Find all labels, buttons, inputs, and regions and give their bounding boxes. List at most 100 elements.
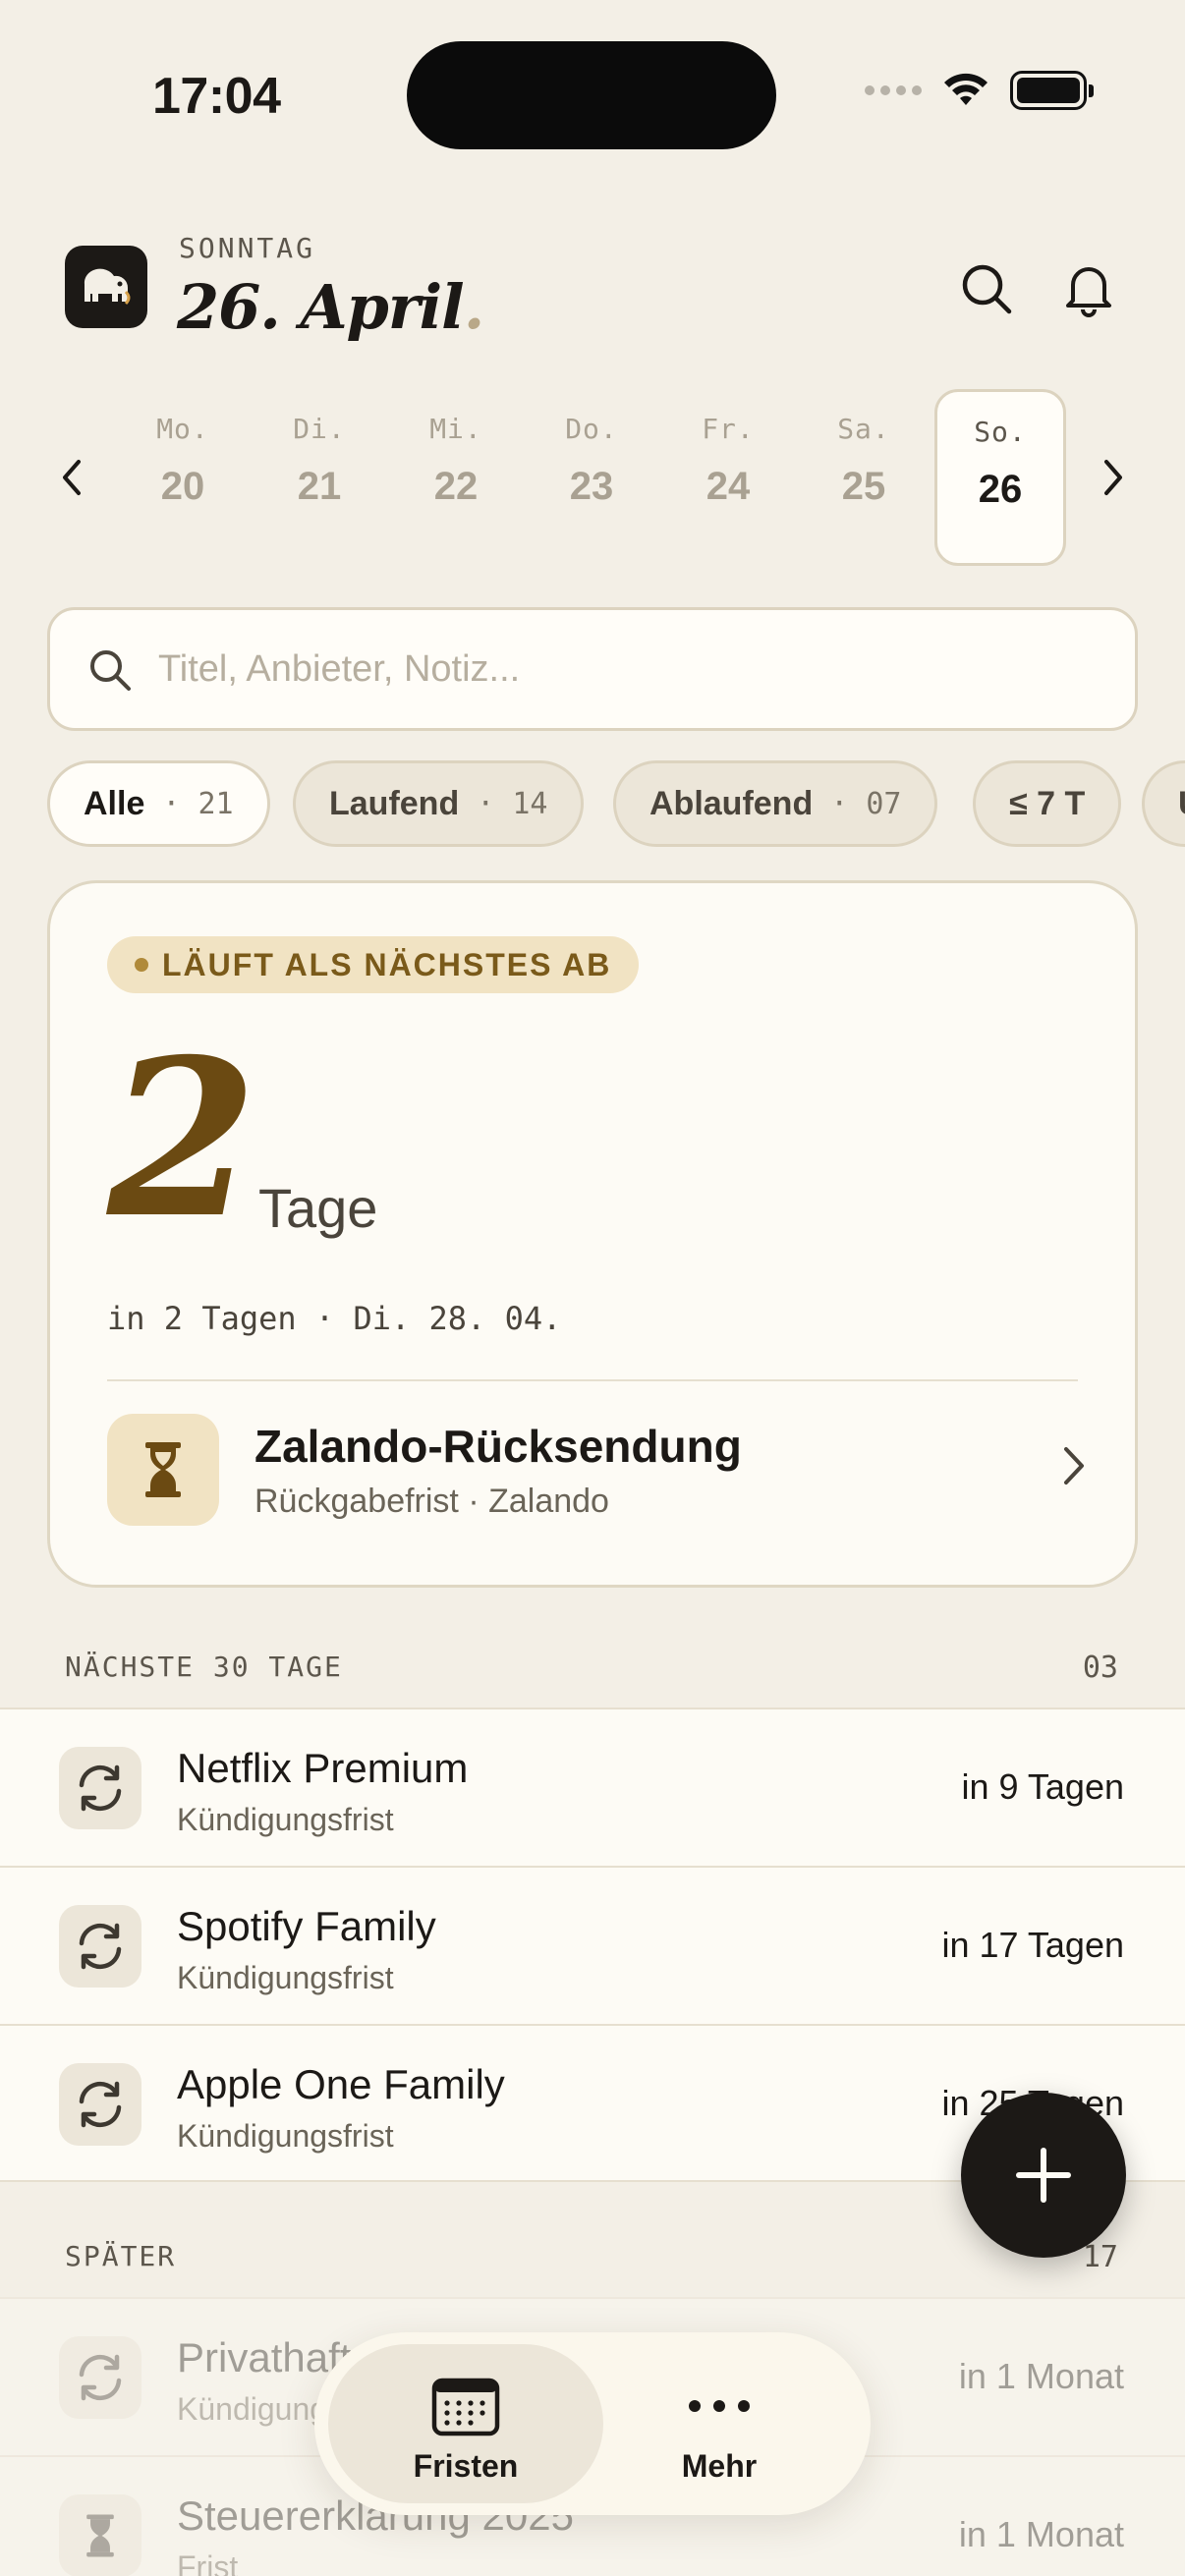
- deadline-subtitle: Rückgabefrist · Zalando: [254, 1483, 609, 1520]
- prev-week-button[interactable]: [39, 438, 104, 517]
- day-number: 22: [433, 465, 479, 508]
- deadline-date-text: in 2 Tagen · Di. 28. 04.: [107, 1300, 562, 1337]
- day-so-selected[interactable]: So. 26: [934, 389, 1066, 566]
- day-name: Mo.: [156, 413, 209, 445]
- tab-mehr[interactable]: Mehr: [582, 2344, 857, 2503]
- chip-label: Ablaufend: [649, 784, 814, 822]
- weekday-label: SONNTAG: [179, 232, 316, 264]
- item-due: in 17 Tagen: [941, 1925, 1124, 1965]
- days-remaining-number: 2: [107, 1011, 258, 1265]
- day-name: Di.: [293, 413, 346, 445]
- add-deadline-button[interactable]: [961, 2093, 1126, 2258]
- chip-label: Alle: [84, 784, 145, 822]
- week-strip: Mo. 20 Di. 21 Mi. 22 Do. 23 Fr. 24 Sa. 2…: [39, 389, 1146, 570]
- day-name: So.: [974, 416, 1027, 448]
- item-title: Spotify Family: [177, 1903, 436, 1949]
- chip-label: U: [1178, 785, 1185, 823]
- day-name: Fr.: [702, 413, 755, 445]
- day-number: 23: [569, 465, 614, 508]
- hourglass-icon: [107, 1414, 219, 1526]
- item-due: in 9 Tagen: [961, 1766, 1124, 1807]
- search-icon: [90, 650, 131, 691]
- search-input[interactable]: [158, 610, 1101, 728]
- status-icons: [865, 71, 1094, 110]
- notifications-button[interactable]: [1051, 252, 1126, 326]
- filter-chips: Alle · 21 Laufend · 14 Ablaufend · 07 ≤ …: [47, 760, 1185, 849]
- section-later-count: 17: [1082, 2240, 1118, 2274]
- item-title: Apple One Family: [177, 2061, 505, 2107]
- day-sa[interactable]: Sa. 25: [798, 389, 930, 566]
- day-fr[interactable]: Fr. 24: [662, 389, 794, 566]
- filter-chip-more[interactable]: U: [1142, 760, 1185, 847]
- filter-chip-alle[interactable]: Alle · 21: [47, 760, 270, 847]
- hourglass-icon: [59, 2494, 141, 2576]
- tab-fristen[interactable]: Fristen: [328, 2344, 603, 2503]
- section-later-label: SPÄTER: [65, 2240, 177, 2272]
- badge-dot: [135, 958, 148, 972]
- day-name: Sa.: [837, 413, 890, 445]
- page-title: 26. April.: [177, 271, 485, 343]
- day-mo[interactable]: Mo. 20: [117, 389, 249, 566]
- sync-icon: [59, 2336, 141, 2419]
- filter-chip-laufend[interactable]: Laufend · 14: [293, 760, 585, 847]
- day-number: 25: [841, 465, 886, 508]
- item-due: in 1 Monat: [958, 2356, 1124, 2396]
- day-number: 26: [978, 468, 1023, 511]
- chip-count-value: 14: [512, 786, 548, 821]
- day-di[interactable]: Di. 21: [254, 389, 385, 566]
- plus-icon: [1016, 2148, 1071, 2203]
- tab-label: Fristen: [413, 2448, 519, 2484]
- item-subtitle: Kündigungsfrist: [177, 1960, 394, 1995]
- sync-icon: [59, 2063, 141, 2146]
- list-item[interactable]: Netflix Premium Kündigungsfrist in 9 Tag…: [0, 1708, 1185, 1866]
- elephant-logo-icon: [65, 246, 147, 328]
- filter-chip-ablaufend[interactable]: Ablaufend · 07: [613, 760, 938, 847]
- section-next-30-label: NÄCHSTE 30 TAGE: [65, 1651, 343, 1683]
- filter-chip-7-tage[interactable]: ≤ 7 T: [973, 760, 1122, 847]
- day-name: Do.: [565, 413, 618, 445]
- search-icon: [962, 264, 1012, 314]
- deadline-item[interactable]: Zalando-Rücksendung Rückgabefrist · Zala…: [107, 1414, 1096, 1532]
- chip-count: · 14: [477, 786, 548, 821]
- item-subtitle: Kündigungsfrist: [177, 1802, 394, 1837]
- chevron-left-icon: [63, 460, 81, 495]
- bottom-tab-bar: Fristen Mehr: [314, 2332, 871, 2515]
- chevron-right-icon: [1104, 460, 1122, 495]
- dynamic-island: [407, 41, 776, 149]
- deadline-title: Zalando-Rücksendung: [254, 1421, 742, 1472]
- search-button[interactable]: [949, 252, 1024, 326]
- chip-label: ≤ 7 T: [1009, 784, 1086, 822]
- wifi-icon: [944, 73, 988, 105]
- search-bar: [47, 607, 1138, 731]
- title-dot: .: [463, 271, 485, 343]
- section-next-30-count: 03: [1082, 1651, 1118, 1685]
- days-unit-label: Tage: [258, 1177, 378, 1239]
- chip-count: · 07: [830, 786, 902, 821]
- status-bar: 17:04: [0, 0, 1185, 187]
- bell-icon: [1066, 267, 1111, 317]
- day-number: 24: [705, 465, 751, 508]
- day-name: Mi.: [429, 413, 482, 445]
- next-deadline-badge: LÄUFT ALS NÄCHSTES AB: [107, 936, 640, 993]
- badge-label: LÄUFT ALS NÄCHSTES AB: [162, 946, 612, 982]
- day-number: 21: [297, 465, 342, 508]
- day-number: 20: [160, 465, 205, 508]
- sync-icon: [59, 1747, 141, 1829]
- next-deadline-card[interactable]: LÄUFT ALS NÄCHSTES AB 2 Tage in 2 Tagen …: [47, 880, 1138, 1588]
- tab-label: Mehr: [681, 2448, 758, 2484]
- chevron-right-icon: [1064, 1447, 1084, 1484]
- divider: [107, 1379, 1078, 1381]
- calendar-icon: [328, 2372, 603, 2440]
- next-week-button[interactable]: [1081, 438, 1146, 517]
- item-subtitle: Kündigungsfrist: [177, 2118, 394, 2154]
- day-mi[interactable]: Mi. 22: [390, 389, 522, 566]
- chip-count: · 21: [162, 786, 234, 821]
- cellular-signal-icon: [865, 85, 922, 95]
- list-item[interactable]: Spotify Family Kündigungsfrist in 17 Tag…: [0, 1866, 1185, 2024]
- day-do[interactable]: Do. 23: [526, 389, 657, 566]
- status-time: 17:04: [152, 68, 281, 125]
- battery-icon: [1010, 71, 1094, 110]
- chip-label: Laufend: [329, 784, 460, 822]
- item-subtitle: Frist: [177, 2549, 239, 2576]
- more-icon: [582, 2372, 857, 2440]
